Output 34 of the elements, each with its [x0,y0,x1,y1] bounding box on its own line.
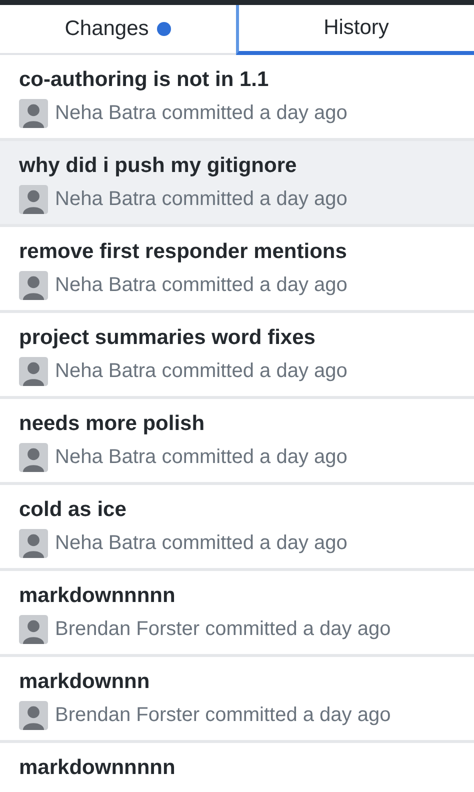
commit-author: Neha Batra committed a day ago [55,532,348,555]
avatar-icon [19,357,48,386]
avatar-icon [19,99,48,128]
commit-item[interactable]: needs more polish Neha Batra committed a day ago [0,399,474,485]
commit-item[interactable]: why did i push my gitignore Neha Batra committed a day ago [0,141,474,227]
commit-author: Neha Batra committed a day ago [55,188,348,211]
commit-summary: remove first responder mentions [19,239,348,265]
commit-author: Neha Batra committed a day ago [55,102,348,125]
commit-summary: markdownnnnn [19,583,176,609]
commit-item[interactable]: markdownnn Brendan Forster committed a day ago [0,657,474,743]
commit-item[interactable]: markdownnnnn Brendan Forster committed a day ago [0,571,474,657]
avatar-icon [19,185,48,214]
commit-summary: why did i push my gitignore [19,153,298,179]
commit-summary: needs more polish [19,411,206,437]
commit-author: Neha Batra committed a day ago [55,446,348,469]
avatar-icon [19,615,48,644]
commit-item[interactable]: cold as ice Neha Batra committed a day ago [0,485,474,571]
commit-summary: cold as ice [19,497,128,523]
commit-author: Brendan Forster committed a day ago [55,618,391,641]
commit-author: Brendan Forster committed a day ago [55,704,391,727]
commit-item[interactable]: project summaries word fixes Neha Batra committed a day ago [0,313,474,399]
commit-author: Neha Batra committed a day ago [55,274,348,297]
commit-item[interactable]: remove first responder mentions Neha Batra committed a day ago [0,227,474,313]
avatar-icon [19,271,48,300]
commit-summary: project summaries word fixes [19,325,316,351]
commit-summary: markdownnnnn [19,755,176,781]
commit-summary: co-authoring is not in 1.1 [19,67,270,93]
avatar-icon [19,529,48,558]
tab[interactable]: History [236,5,474,55]
commit-author: Neha Batra committed a day ago [55,360,348,383]
commit-summary: markdownnn [19,669,151,695]
avatar-icon [19,443,48,472]
avatar-icon [19,701,48,730]
commit-item[interactable]: markdownnnnn [0,743,474,792]
